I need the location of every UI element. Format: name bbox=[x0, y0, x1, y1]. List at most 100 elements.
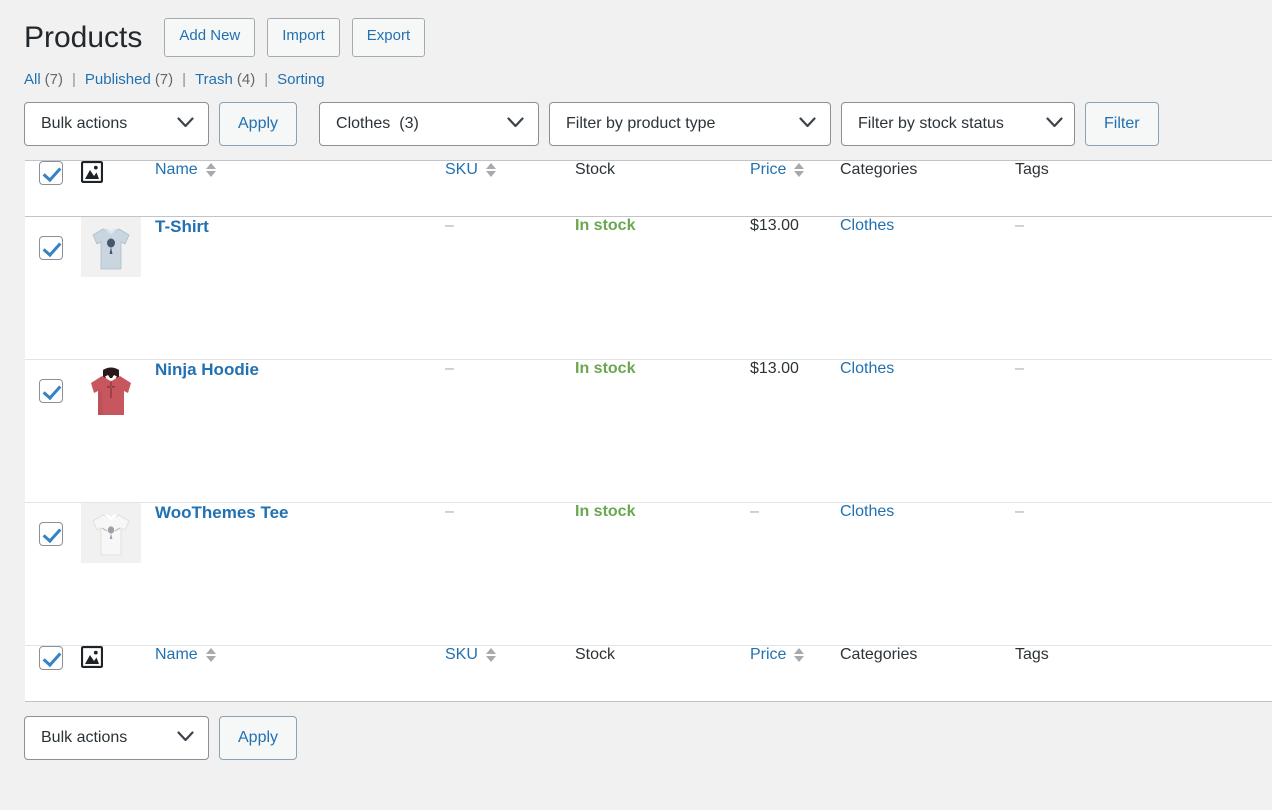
table-row: Ninja Hoodie – In stock $13.00 Clothes – bbox=[25, 360, 1272, 503]
image-icon bbox=[80, 645, 104, 673]
row-thumbnail-cell bbox=[81, 217, 155, 360]
price-column-label: Price bbox=[750, 161, 787, 178]
name-column-label: Name bbox=[155, 161, 198, 178]
row-price-cell: – bbox=[750, 503, 840, 646]
view-link-trash[interactable]: Trash bbox=[195, 71, 233, 88]
bulk-actions-select-top[interactable]: Bulk actions bbox=[24, 102, 209, 146]
row-checkbox[interactable] bbox=[39, 522, 63, 546]
sku-column-header: SKU bbox=[445, 161, 575, 217]
row-thumbnail-cell bbox=[81, 503, 155, 646]
row-checkbox[interactable] bbox=[39, 379, 63, 403]
sku-column-label: SKU bbox=[445, 161, 478, 178]
product-thumbnail-tshirt-blue[interactable] bbox=[81, 217, 141, 277]
product-name-link[interactable]: T-Shirt bbox=[155, 217, 209, 236]
stock-status-badge: In stock bbox=[575, 360, 636, 377]
sort-arrows-icon bbox=[205, 163, 216, 177]
tags-column-label: Tags bbox=[1015, 161, 1049, 178]
product-category-link[interactable]: Clothes bbox=[840, 360, 894, 377]
row-select-cell bbox=[25, 360, 81, 503]
table-row: WooThemes Tee – In stock – Clothes – bbox=[25, 503, 1272, 646]
sort-arrows-icon bbox=[794, 163, 805, 177]
products-table-foot: Name SKU Stock Price Categories Tags bbox=[25, 645, 1272, 702]
product-price: $13.00 bbox=[750, 360, 799, 377]
stock-column-label: Stock bbox=[575, 161, 616, 178]
chevron-down-icon bbox=[1046, 115, 1063, 133]
stock-column-header: Stock bbox=[575, 161, 750, 217]
image-column-footer bbox=[80, 645, 155, 702]
apply-button-top[interactable]: Apply bbox=[219, 102, 298, 146]
price-column-footer: Price bbox=[750, 646, 840, 702]
chevron-down-icon bbox=[177, 729, 194, 747]
product-sku: – bbox=[445, 217, 454, 234]
product-tags: – bbox=[1015, 503, 1024, 520]
chevron-down-icon bbox=[507, 115, 524, 133]
product-category-link[interactable]: Clothes bbox=[840, 503, 894, 520]
tablenav-top: Bulk actions Apply Clothes (3) Filter by… bbox=[24, 102, 1272, 146]
view-filter-links: All (7) | Published (7) | Trash (4) | So… bbox=[24, 71, 1272, 88]
apply-button-bottom[interactable]: Apply bbox=[219, 716, 298, 760]
name-column-header: Name bbox=[155, 161, 445, 217]
row-sku-cell: – bbox=[445, 503, 575, 646]
add-new-button[interactable]: Add New bbox=[164, 18, 256, 57]
table-row: T-Shirt – In stock $13.00 Clothes – bbox=[25, 217, 1272, 360]
select-all-checkbox-top[interactable] bbox=[39, 161, 63, 185]
view-count-all: (7) bbox=[44, 71, 64, 88]
sort-arrows-icon bbox=[794, 648, 805, 662]
row-categories-cell: Clothes bbox=[840, 503, 1015, 646]
product-category-link[interactable]: Clothes bbox=[840, 217, 894, 234]
row-categories-cell: Clothes bbox=[840, 217, 1015, 360]
page-title: Products bbox=[24, 21, 143, 54]
sort-arrows-icon bbox=[485, 648, 496, 662]
row-tags-cell: – bbox=[1015, 503, 1272, 646]
view-separator-3: | bbox=[264, 71, 269, 88]
name-column-footer: Name bbox=[155, 646, 445, 702]
product-sku: – bbox=[445, 360, 454, 377]
row-price-cell: $13.00 bbox=[750, 217, 840, 360]
sort-by-sku-bottom[interactable]: SKU bbox=[445, 646, 496, 664]
tablenav-bottom: Bulk actions Apply bbox=[24, 716, 1272, 760]
import-button[interactable]: Import bbox=[267, 18, 340, 57]
stock-status-label: Filter by stock status bbox=[858, 115, 1004, 132]
view-link-all[interactable]: All bbox=[24, 71, 41, 88]
chevron-down-icon bbox=[799, 115, 816, 133]
sort-by-sku-top[interactable]: SKU bbox=[445, 161, 496, 179]
bulk-actions-select-bottom[interactable]: Bulk actions bbox=[24, 716, 209, 760]
row-categories-cell: Clothes bbox=[840, 360, 1015, 503]
row-name-cell: Ninja Hoodie bbox=[155, 360, 445, 503]
row-tags-cell: – bbox=[1015, 217, 1272, 360]
product-thumbnail-tshirt-white[interactable] bbox=[81, 503, 141, 563]
view-count-published: (7) bbox=[154, 71, 174, 88]
product-category-label: Clothes bbox=[336, 115, 391, 132]
row-checkbox[interactable] bbox=[39, 236, 63, 260]
name-column-label: Name bbox=[155, 646, 198, 663]
sort-by-price-top[interactable]: Price bbox=[750, 161, 805, 179]
products-table-body: T-Shirt – In stock $13.00 Clothes – Ninj… bbox=[25, 217, 1272, 646]
image-column-header bbox=[80, 160, 155, 217]
tags-column-label: Tags bbox=[1015, 646, 1049, 663]
view-separator-1: | bbox=[72, 71, 76, 88]
stock-status-select[interactable]: Filter by stock status bbox=[841, 102, 1076, 146]
filter-button[interactable]: Filter bbox=[1085, 102, 1159, 146]
product-thumbnail-hoodie-red[interactable] bbox=[81, 360, 141, 420]
row-price-cell: $13.00 bbox=[750, 360, 840, 503]
sort-arrows-icon bbox=[485, 163, 496, 177]
product-name-link[interactable]: WooThemes Tee bbox=[155, 503, 289, 522]
view-link-sorting[interactable]: Sorting bbox=[277, 71, 325, 88]
row-name-cell: T-Shirt bbox=[155, 217, 445, 360]
price-column-label: Price bbox=[750, 646, 787, 663]
product-type-select[interactable]: Filter by product type bbox=[549, 102, 832, 146]
products-table: Name SKU Stock Price Categories Tags T-S… bbox=[25, 160, 1272, 702]
categories-column-label: Categories bbox=[840, 161, 918, 178]
select-all-checkbox-bottom[interactable] bbox=[39, 646, 63, 670]
view-link-published[interactable]: Published bbox=[85, 71, 151, 88]
product-price: – bbox=[750, 503, 759, 520]
sort-by-name-top[interactable]: Name bbox=[155, 161, 216, 179]
product-category-select[interactable]: Clothes (3) bbox=[319, 102, 540, 146]
price-column-header: Price bbox=[750, 161, 840, 217]
row-stock-cell: In stock bbox=[575, 217, 750, 360]
sort-by-name-bottom[interactable]: Name bbox=[155, 646, 216, 664]
product-name-link[interactable]: Ninja Hoodie bbox=[155, 360, 259, 379]
view-count-trash: (4) bbox=[236, 71, 256, 88]
export-button[interactable]: Export bbox=[351, 18, 426, 57]
sort-by-price-bottom[interactable]: Price bbox=[750, 646, 805, 664]
